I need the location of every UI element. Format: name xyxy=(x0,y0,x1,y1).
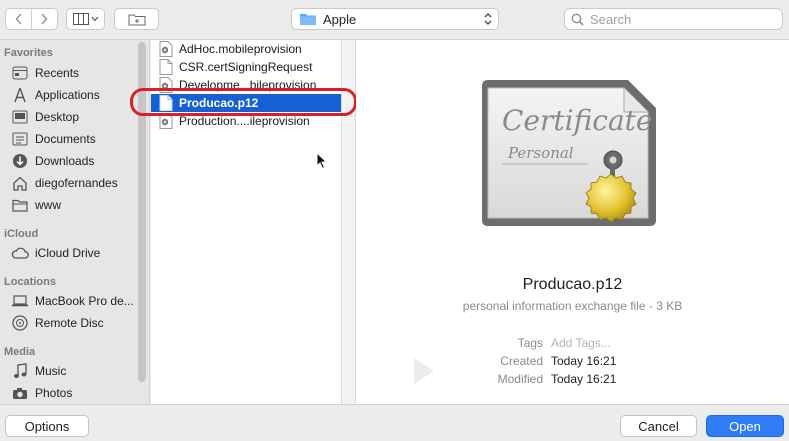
sidebar-header-locations: Locations xyxy=(4,276,56,288)
search-icon xyxy=(571,13,584,26)
sidebar-item-home[interactable]: diegofernandes xyxy=(11,173,118,193)
chevron-right-icon xyxy=(41,13,49,25)
file-row[interactable]: AdHoc.mobileprovision xyxy=(151,40,341,58)
folder-icon xyxy=(300,14,316,25)
sidebar-item-photos[interactable]: Photos xyxy=(11,383,72,403)
file-name: Production....ileprovision xyxy=(179,114,310,128)
sidebar-item-label: Photos xyxy=(35,386,73,400)
sidebar: Favorites Recents Applications Desktop D… xyxy=(0,40,150,404)
mouse-cursor-icon xyxy=(316,152,328,170)
applications-icon xyxy=(11,87,29,103)
search-placeholder: Search xyxy=(590,11,632,27)
sidebar-item-label: Downloads xyxy=(35,154,95,168)
disc-icon xyxy=(11,315,29,331)
play-icon xyxy=(414,358,434,384)
sidebar-item-label: Applications xyxy=(35,88,100,102)
svg-text:Certificate: Certificate xyxy=(502,104,652,137)
meta-key-tags: Tags xyxy=(517,336,543,350)
downloads-icon xyxy=(11,153,29,169)
documents-icon xyxy=(11,131,29,147)
music-icon xyxy=(11,363,29,379)
sidebar-item-label: MacBook Pro de... xyxy=(35,294,134,308)
sidebar-header-icloud: iCloud xyxy=(4,228,39,240)
recents-icon xyxy=(11,65,29,81)
meta-value-modified: Today 16:21 xyxy=(551,372,617,386)
certificate-icon: Certificate Personal xyxy=(482,80,656,226)
search-field[interactable]: Search xyxy=(564,8,783,30)
laptop-icon xyxy=(11,293,29,309)
sidebar-item-applications[interactable]: Applications xyxy=(11,85,100,105)
meta-key-created: Created xyxy=(500,354,543,368)
sidebar-item-icloud-drive[interactable]: iCloud Drive xyxy=(11,243,100,263)
sidebar-item-label: Documents xyxy=(35,132,96,146)
sidebar-item-remote-disc[interactable]: Remote Disc xyxy=(11,313,104,333)
updown-chevron-icon xyxy=(484,13,492,25)
sidebar-item-documents[interactable]: Documents xyxy=(11,129,96,149)
icloud-icon xyxy=(11,245,29,261)
sidebar-item-macbook[interactable]: MacBook Pro de... xyxy=(11,291,134,311)
sidebar-item-label: diegofernandes xyxy=(35,176,118,190)
home-icon xyxy=(11,175,29,191)
options-button[interactable]: Options xyxy=(5,415,89,437)
chevron-left-icon xyxy=(14,13,22,25)
sidebar-item-desktop[interactable]: Desktop xyxy=(11,107,79,127)
preview-file-name: Producao.p12 xyxy=(522,276,623,293)
meta-key-modified: Modified xyxy=(497,372,543,386)
path-popup[interactable]: Apple xyxy=(291,8,499,30)
file-name: CSR.certSigningRequest xyxy=(179,60,313,74)
forward-button[interactable] xyxy=(32,9,57,29)
svg-text:Personal: Personal xyxy=(507,144,574,162)
open-button[interactable]: Open xyxy=(706,415,784,437)
annotation-highlight-ring xyxy=(130,88,357,116)
folder-icon xyxy=(11,197,29,213)
file-row[interactable]: CSR.certSigningRequest xyxy=(151,58,341,76)
sidebar-item-label: Desktop xyxy=(35,110,80,124)
sidebar-item-label: Recents xyxy=(35,66,80,80)
meta-value-created: Today 16:21 xyxy=(551,354,617,368)
sidebar-item-music[interactable]: Music xyxy=(11,361,66,381)
cancel-button[interactable]: Cancel xyxy=(620,415,697,437)
sidebar-header-favorites: Favorites xyxy=(4,47,53,59)
back-button[interactable] xyxy=(6,9,31,29)
camera-icon xyxy=(11,385,29,401)
columns-view-icon xyxy=(72,13,98,25)
view-mode-button[interactable] xyxy=(66,8,105,30)
file-name: AdHoc.mobileprovision xyxy=(179,42,302,56)
sidebar-item-label: www xyxy=(35,198,61,212)
desktop-icon xyxy=(11,109,29,125)
sidebar-item-label: Music xyxy=(35,364,67,378)
provision-file-icon xyxy=(159,41,173,57)
new-folder-button[interactable] xyxy=(114,8,159,30)
bottom-bar: Options Cancel Open xyxy=(0,404,789,441)
sidebar-item-recents[interactable]: Recents xyxy=(11,63,79,83)
path-label: Apple xyxy=(323,11,357,27)
sidebar-item-www[interactable]: www xyxy=(11,195,61,215)
sidebar-header-media: Media xyxy=(4,346,36,358)
sidebar-item-label: Remote Disc xyxy=(35,316,104,330)
document-icon xyxy=(159,59,173,75)
tags-input[interactable]: Add Tags... xyxy=(551,336,611,350)
preview-file-kind: personal information exchange file - 3 K… xyxy=(462,299,683,313)
nav-back-forward xyxy=(5,8,58,30)
sidebar-item-label: iCloud Drive xyxy=(35,246,101,260)
sidebar-item-downloads[interactable]: Downloads xyxy=(11,151,94,171)
new-folder-icon xyxy=(128,14,145,25)
toolbar: Apple Search xyxy=(0,0,789,40)
